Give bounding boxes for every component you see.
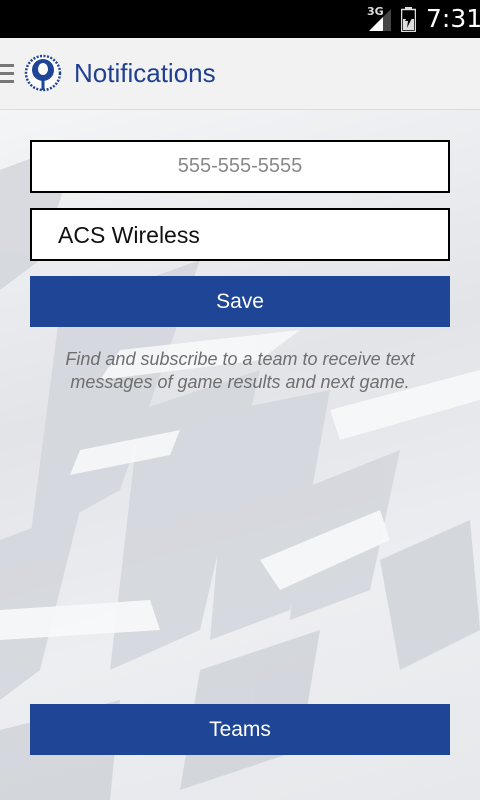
drawer-menu-icon[interactable] [0, 64, 14, 86]
subscribe-hint: Find and subscribe to a team to receive … [65, 349, 415, 392]
page-title: Notifications [74, 58, 216, 88]
phone-number-input[interactable] [32, 142, 448, 191]
clock: 7:31 [426, 4, 480, 33]
carrier-field[interactable]: ACS Wireless [30, 208, 450, 261]
action-bar: Notifications [0, 38, 480, 110]
battery-charging-icon [401, 7, 416, 32]
save-button[interactable]: Save [30, 276, 450, 327]
status-bar: 3G 7:31 [0, 0, 480, 38]
teams-button[interactable]: Teams [30, 704, 450, 755]
content-area: ACS Wireless Save Find and subscribe to … [0, 110, 480, 800]
carrier-value: ACS Wireless [58, 222, 200, 248]
signal-icon [369, 9, 391, 31]
stadium-logo-icon[interactable] [24, 54, 62, 94]
phone-number-field[interactable] [30, 140, 450, 193]
